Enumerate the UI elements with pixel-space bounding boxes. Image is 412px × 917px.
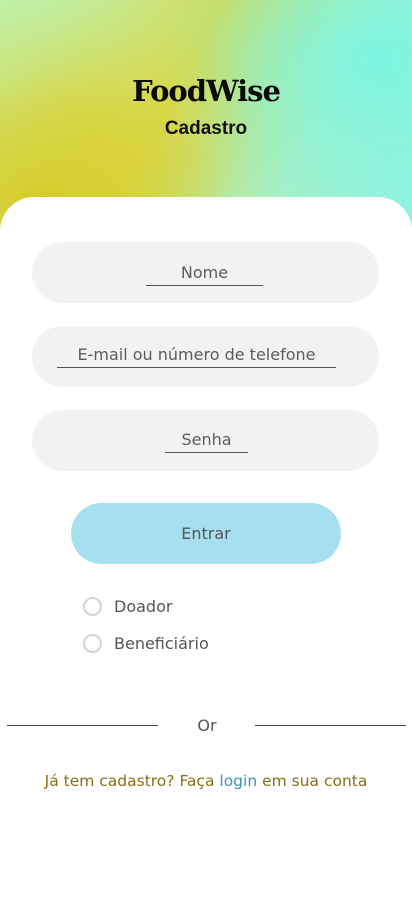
name-input[interactable] bbox=[146, 261, 263, 286]
app-logo: FoodWise bbox=[132, 74, 281, 108]
contact-input[interactable] bbox=[57, 343, 336, 368]
role-option-beneficiario[interactable]: Beneficiário bbox=[83, 634, 209, 653]
submit-button[interactable]: Entrar bbox=[71, 503, 341, 564]
radio-button[interactable] bbox=[83, 634, 102, 653]
login-prompt-suffix: em sua conta bbox=[257, 772, 368, 790]
login-link[interactable]: login bbox=[219, 772, 257, 790]
radio-button[interactable] bbox=[83, 597, 102, 616]
role-option-doador[interactable]: Doador bbox=[83, 597, 172, 616]
divider-text: Or bbox=[197, 716, 217, 735]
contact-field[interactable] bbox=[32, 326, 379, 387]
login-prompt-prefix: Já tem cadastro? Faça bbox=[44, 772, 220, 790]
page-title: Cadastro bbox=[164, 118, 248, 139]
divider-line-right bbox=[255, 725, 406, 726]
login-prompt: Já tem cadastro? Faça login em sua conta bbox=[0, 772, 412, 790]
password-input[interactable] bbox=[165, 428, 248, 453]
password-field[interactable] bbox=[32, 410, 379, 471]
name-field[interactable] bbox=[32, 242, 379, 303]
divider-line-left bbox=[7, 725, 158, 726]
role-label: Doador bbox=[114, 597, 173, 616]
role-label: Beneficiário bbox=[114, 634, 209, 653]
